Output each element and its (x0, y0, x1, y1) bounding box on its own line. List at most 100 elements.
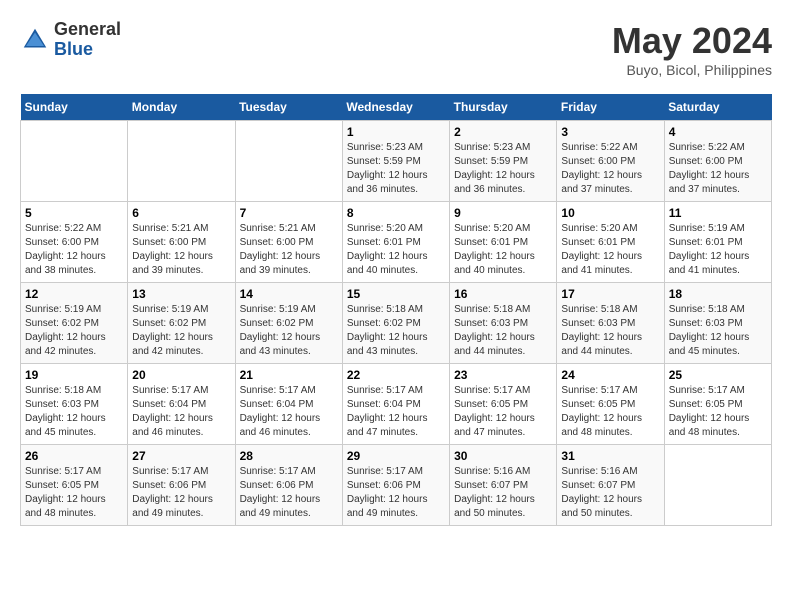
day-info: Sunrise: 5:21 AM Sunset: 6:00 PM Dayligh… (240, 222, 338, 278)
calendar-cell: 16Sunrise: 5:18 AM Sunset: 6:03 PM Dayli… (450, 283, 557, 364)
location: Buyo, Bicol, Philippines (612, 62, 772, 78)
day-number: 27 (132, 449, 230, 463)
calendar-cell: 17Sunrise: 5:18 AM Sunset: 6:03 PM Dayli… (557, 283, 664, 364)
week-row-3: 12 Sunrise: 5:19 AM Sunset: 6:02 PM Dayli… (21, 283, 772, 364)
day-info: Sunrise: 5:23 AM Sunset: 5:59 PM Dayligh… (347, 141, 445, 197)
calendar-cell: 26 Sunrise: 5:17 AM Sunset: 6:05 PM Dayli… (21, 445, 128, 526)
day-info: Sunrise: 5:19 AM Sunset: 6:02 PM Dayligh… (240, 303, 338, 359)
day-number: 5 (25, 206, 123, 220)
calendar-cell: 23 Sunrise: 5:17 AM Sunset: 6:05 PM Dayli… (450, 364, 557, 445)
day-info: Sunrise: 5:17 AM Sunset: 6:05 PM Dayligh… (454, 384, 552, 440)
calendar-cell (235, 121, 342, 202)
day-info: Sunrise: 5:19 AM Sunset: 6:02 PM Dayligh… (132, 303, 230, 359)
day-info: Sunrise: 5:17 AM Sunset: 6:05 PM Dayligh… (25, 465, 123, 521)
calendar-cell: 30Sunrise: 5:16 AM Sunset: 6:07 PM Dayli… (450, 445, 557, 526)
day-info: Sunrise: 5:23 AM Sunset: 5:59 PM Dayligh… (454, 141, 552, 197)
calendar-cell: 12 Sunrise: 5:19 AM Sunset: 6:02 PM Dayli… (21, 283, 128, 364)
calendar-table: SundayMondayTuesdayWednesdayThursdayFrid… (20, 94, 772, 526)
calendar-cell: 20Sunrise: 5:17 AM Sunset: 6:04 PM Dayli… (128, 364, 235, 445)
header-day-friday: Friday (557, 94, 664, 121)
title-block: May 2024 Buyo, Bicol, Philippines (612, 20, 772, 78)
day-info: Sunrise: 5:17 AM Sunset: 6:06 PM Dayligh… (240, 465, 338, 521)
day-info: Sunrise: 5:18 AM Sunset: 6:02 PM Dayligh… (347, 303, 445, 359)
day-number: 3 (561, 125, 659, 139)
logo-general: General (54, 20, 121, 40)
calendar-body: 1 Sunrise: 5:23 AM Sunset: 5:59 PM Daylig… (21, 121, 772, 526)
day-number: 31 (561, 449, 659, 463)
calendar-cell: 3Sunrise: 5:22 AM Sunset: 6:00 PM Daylig… (557, 121, 664, 202)
day-info: Sunrise: 5:20 AM Sunset: 6:01 PM Dayligh… (347, 222, 445, 278)
calendar-cell: 18Sunrise: 5:18 AM Sunset: 6:03 PM Dayli… (664, 283, 771, 364)
day-number: 25 (669, 368, 767, 382)
calendar-cell: 21Sunrise: 5:17 AM Sunset: 6:04 PM Dayli… (235, 364, 342, 445)
calendar-cell: 7 Sunrise: 5:21 AM Sunset: 6:00 PM Daylig… (235, 202, 342, 283)
day-number: 18 (669, 287, 767, 301)
calendar-cell (128, 121, 235, 202)
day-number: 12 (25, 287, 123, 301)
day-number: 14 (240, 287, 338, 301)
day-number: 20 (132, 368, 230, 382)
day-number: 24 (561, 368, 659, 382)
calendar-cell (664, 445, 771, 526)
day-info: Sunrise: 5:19 AM Sunset: 6:02 PM Dayligh… (25, 303, 123, 359)
day-info: Sunrise: 5:16 AM Sunset: 6:07 PM Dayligh… (561, 465, 659, 521)
day-number: 2 (454, 125, 552, 139)
calendar-cell: 29 Sunrise: 5:17 AM Sunset: 6:06 PM Dayli… (342, 445, 449, 526)
day-number: 29 (347, 449, 445, 463)
day-number: 1 (347, 125, 445, 139)
day-info: Sunrise: 5:17 AM Sunset: 6:05 PM Dayligh… (669, 384, 767, 440)
day-number: 22 (347, 368, 445, 382)
day-number: 13 (132, 287, 230, 301)
day-number: 4 (669, 125, 767, 139)
logo-blue: Blue (54, 40, 121, 60)
day-info: Sunrise: 5:17 AM Sunset: 6:04 PM Dayligh… (347, 384, 445, 440)
calendar-cell: 15 Sunrise: 5:18 AM Sunset: 6:02 PM Dayli… (342, 283, 449, 364)
calendar-cell: 1 Sunrise: 5:23 AM Sunset: 5:59 PM Daylig… (342, 121, 449, 202)
calendar-cell: 4 Sunrise: 5:22 AM Sunset: 6:00 PM Daylig… (664, 121, 771, 202)
day-number: 30 (454, 449, 552, 463)
day-info: Sunrise: 5:22 AM Sunset: 6:00 PM Dayligh… (25, 222, 123, 278)
calendar-cell: 24 Sunrise: 5:17 AM Sunset: 6:05 PM Dayli… (557, 364, 664, 445)
day-number: 8 (347, 206, 445, 220)
day-number: 28 (240, 449, 338, 463)
day-number: 11 (669, 206, 767, 220)
calendar-cell: 19Sunrise: 5:18 AM Sunset: 6:03 PM Dayli… (21, 364, 128, 445)
page-header: General Blue May 2024 Buyo, Bicol, Phili… (20, 20, 772, 78)
day-info: Sunrise: 5:17 AM Sunset: 6:04 PM Dayligh… (240, 384, 338, 440)
day-info: Sunrise: 5:20 AM Sunset: 6:01 PM Dayligh… (454, 222, 552, 278)
day-info: Sunrise: 5:17 AM Sunset: 6:06 PM Dayligh… (132, 465, 230, 521)
month-title: May 2024 (612, 20, 772, 62)
day-info: Sunrise: 5:22 AM Sunset: 6:00 PM Dayligh… (669, 141, 767, 197)
calendar-cell: 5 Sunrise: 5:22 AM Sunset: 6:00 PM Daylig… (21, 202, 128, 283)
day-number: 23 (454, 368, 552, 382)
day-info: Sunrise: 5:18 AM Sunset: 6:03 PM Dayligh… (25, 384, 123, 440)
header-day-sunday: Sunday (21, 94, 128, 121)
week-row-5: 26 Sunrise: 5:17 AM Sunset: 6:05 PM Dayli… (21, 445, 772, 526)
calendar-cell: 11 Sunrise: 5:19 AM Sunset: 6:01 PM Dayli… (664, 202, 771, 283)
day-number: 7 (240, 206, 338, 220)
day-info: Sunrise: 5:19 AM Sunset: 6:01 PM Dayligh… (669, 222, 767, 278)
calendar-cell: 9Sunrise: 5:20 AM Sunset: 6:01 PM Daylig… (450, 202, 557, 283)
calendar-cell: 28 Sunrise: 5:17 AM Sunset: 6:06 PM Dayli… (235, 445, 342, 526)
day-number: 26 (25, 449, 123, 463)
calendar-cell: 27 Sunrise: 5:17 AM Sunset: 6:06 PM Dayli… (128, 445, 235, 526)
header-day-tuesday: Tuesday (235, 94, 342, 121)
day-info: Sunrise: 5:20 AM Sunset: 6:01 PM Dayligh… (561, 222, 659, 278)
header-row: SundayMondayTuesdayWednesdayThursdayFrid… (21, 94, 772, 121)
header-day-saturday: Saturday (664, 94, 771, 121)
calendar-cell: 6 Sunrise: 5:21 AM Sunset: 6:00 PM Daylig… (128, 202, 235, 283)
week-row-1: 1 Sunrise: 5:23 AM Sunset: 5:59 PM Daylig… (21, 121, 772, 202)
day-info: Sunrise: 5:17 AM Sunset: 6:06 PM Dayligh… (347, 465, 445, 521)
calendar-header: SundayMondayTuesdayWednesdayThursdayFrid… (21, 94, 772, 121)
day-info: Sunrise: 5:21 AM Sunset: 6:00 PM Dayligh… (132, 222, 230, 278)
day-number: 17 (561, 287, 659, 301)
day-number: 6 (132, 206, 230, 220)
calendar-cell: 10Sunrise: 5:20 AM Sunset: 6:01 PM Dayli… (557, 202, 664, 283)
calendar-cell: 13 Sunrise: 5:19 AM Sunset: 6:02 PM Dayli… (128, 283, 235, 364)
calendar-cell (21, 121, 128, 202)
calendar-cell: 25 Sunrise: 5:17 AM Sunset: 6:05 PM Dayli… (664, 364, 771, 445)
calendar-cell: 22 Sunrise: 5:17 AM Sunset: 6:04 PM Dayli… (342, 364, 449, 445)
day-number: 15 (347, 287, 445, 301)
day-info: Sunrise: 5:17 AM Sunset: 6:05 PM Dayligh… (561, 384, 659, 440)
header-day-monday: Monday (128, 94, 235, 121)
